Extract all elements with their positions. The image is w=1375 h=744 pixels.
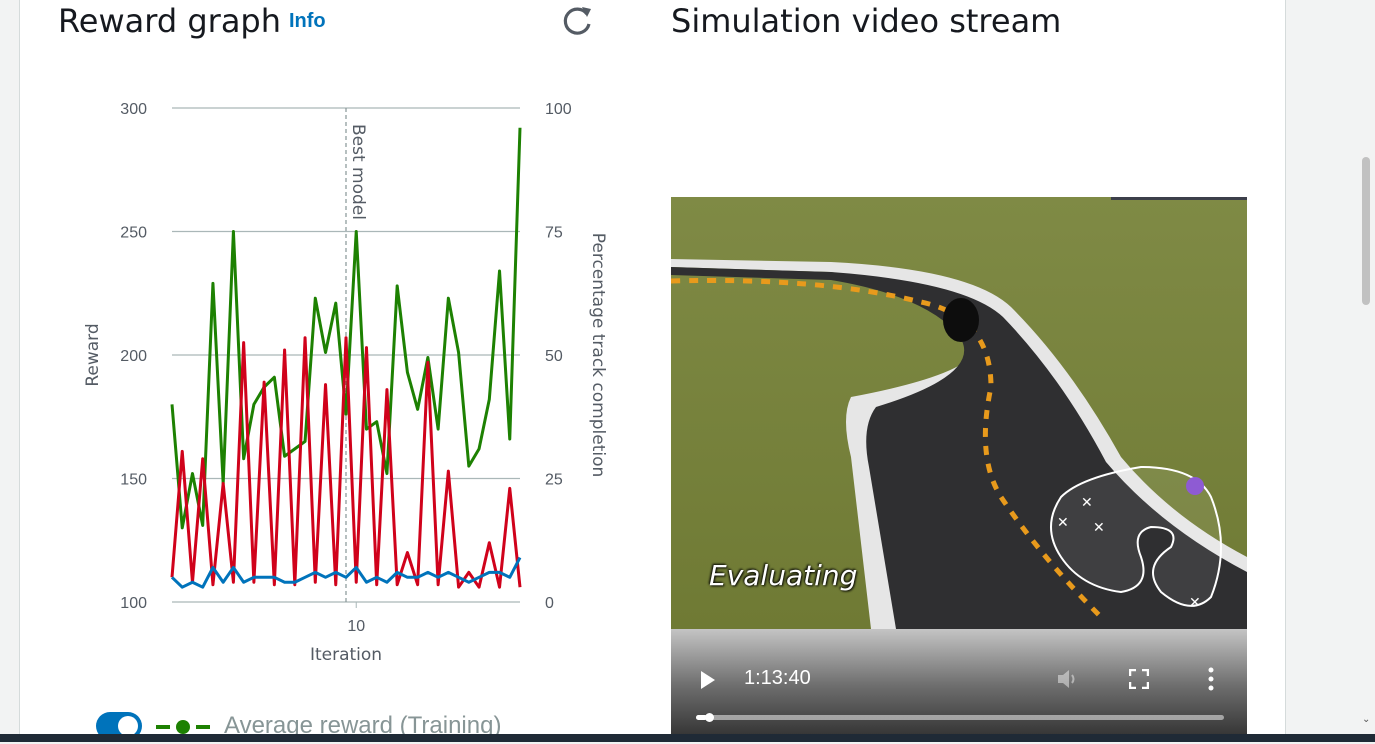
y-tick-label: 300	[120, 101, 147, 118]
video-controls: 1:13:40	[671, 629, 1247, 742]
play-icon[interactable]	[699, 669, 717, 696]
evaluating-overlay: Evaluating	[709, 559, 858, 592]
scrollbar-thumb[interactable]	[1362, 157, 1370, 305]
svg-text:✕: ✕	[1093, 520, 1105, 536]
y2-tick-label: 50	[545, 348, 563, 365]
video-progress-thumb[interactable]	[704, 713, 714, 722]
taskbar	[0, 734, 1375, 742]
svg-text:✕: ✕	[1081, 495, 1093, 511]
page-scrollbar[interactable]	[1355, 0, 1375, 742]
y2-tick-label: 25	[545, 472, 563, 489]
video-player[interactable]: ✕ ✕ ✕ ✕ Evaluating 1:13:40	[671, 197, 1247, 742]
y-tick-label: 100	[120, 595, 147, 612]
x-axis-label: Iteration	[310, 645, 382, 665]
video-progress-bar[interactable]	[696, 713, 1224, 722]
video-time: 1:13:40	[744, 667, 811, 689]
y-axis-label: Reward	[83, 323, 103, 386]
y2-tick-label: 75	[545, 225, 563, 242]
reward-chart: 100 150 200 250 300 0 25 50 75 100 10 Iteration Rewa…	[83, 101, 608, 665]
scroll-down-arrow-icon[interactable]: ⌄	[1362, 714, 1370, 725]
y-tick-label: 150	[120, 472, 147, 489]
svg-text:✕: ✕	[1057, 515, 1069, 531]
x-tick-label: 10	[347, 618, 365, 635]
y-tick-label: 200	[120, 348, 147, 365]
fullscreen-icon[interactable]	[1128, 668, 1150, 694]
best-model-label: Best model	[348, 124, 368, 220]
y2-tick-label: 100	[545, 101, 572, 118]
y2-tick-label: 0	[545, 595, 554, 612]
svg-text:✕: ✕	[1189, 595, 1201, 611]
volume-icon[interactable]	[1055, 667, 1081, 696]
more-options-icon[interactable]	[1207, 667, 1215, 696]
toggle-knob	[118, 716, 138, 736]
simulation-video-title: Simulation video stream	[671, 2, 1062, 40]
y2-axis-label: Percentage track completion	[588, 233, 608, 478]
y-tick-label: 250	[120, 225, 147, 242]
